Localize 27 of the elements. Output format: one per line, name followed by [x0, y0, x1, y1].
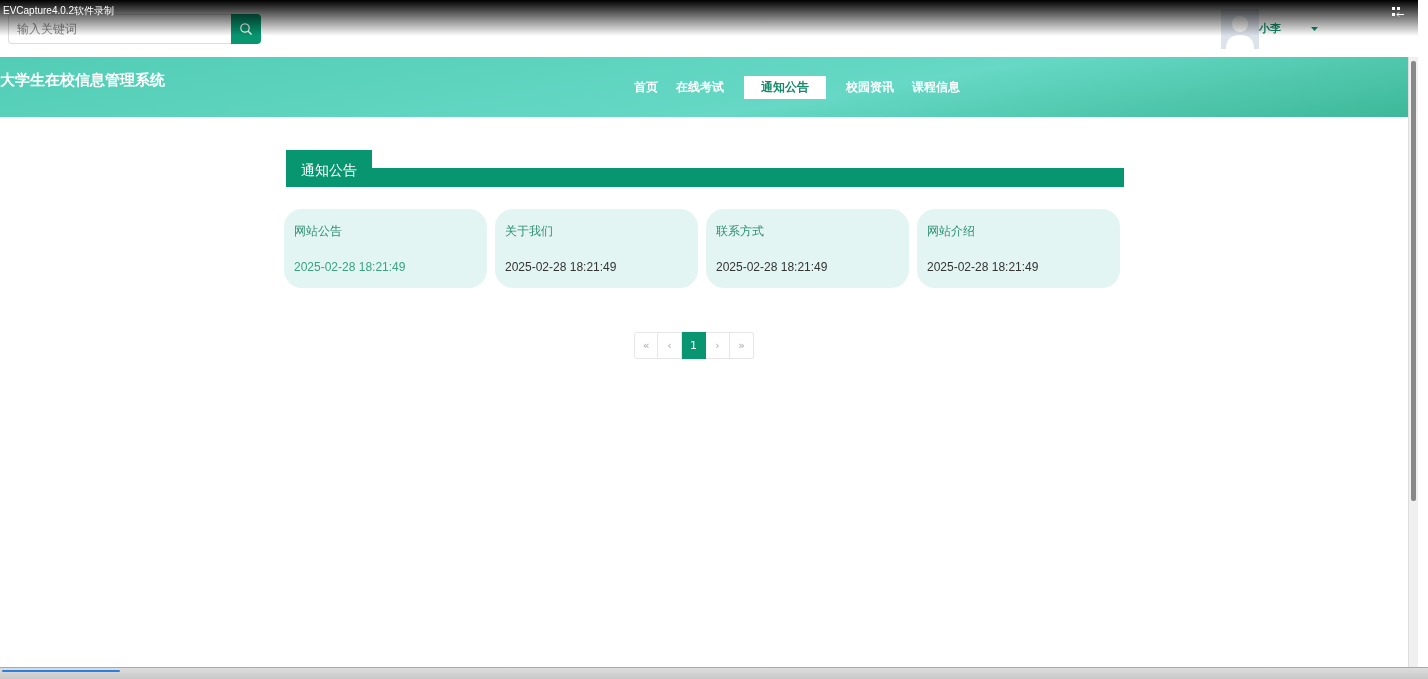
search-icon — [239, 21, 253, 36]
notice-title[interactable]: 关于我们 — [505, 223, 688, 240]
fullscreen-icon[interactable] — [1392, 7, 1404, 17]
notice-date: 2025-02-28 18:21:49 — [716, 260, 829, 274]
section-title: 通知公告 — [286, 150, 372, 187]
notice-card[interactable]: 关于我们 2025-02-28 18:21:49 — [495, 209, 698, 288]
notice-date: 2025-02-28 18:21:49 — [927, 260, 1040, 274]
scrollbar[interactable] — [1408, 57, 1418, 667]
notice-card[interactable]: 联系方式 2025-02-28 18:21:49 — [706, 209, 909, 288]
search-button[interactable] — [231, 13, 261, 44]
notice-card[interactable]: 网站介绍 2025-02-28 18:21:49 — [917, 209, 1120, 288]
caret-icon[interactable] — [1311, 26, 1318, 31]
notice-date: 2025-02-28 18:21:49 — [294, 260, 407, 274]
page-button[interactable]: › — [706, 332, 730, 359]
nav-tab[interactable]: 通知公告 — [744, 75, 826, 99]
site-title: 大学生在校信息管理系统 — [0, 71, 165, 90]
avatar-icon[interactable] — [1221, 8, 1259, 49]
page-button[interactable]: ‹ — [658, 332, 682, 359]
notice-date: 2025-02-28 18:21:49 — [505, 260, 618, 274]
page-button[interactable]: « — [634, 332, 658, 359]
notice-title[interactable]: 网站介绍 — [927, 223, 1110, 240]
page-button[interactable]: 1 — [682, 332, 706, 359]
notice-title[interactable]: 联系方式 — [716, 223, 899, 240]
notice-title[interactable]: 网站公告 — [294, 223, 477, 240]
user-name[interactable]: 小李 — [1259, 21, 1287, 36]
notice-card[interactable]: 网站公告 2025-02-28 18:21:49 — [284, 209, 487, 288]
page-button[interactable]: » — [730, 332, 754, 359]
